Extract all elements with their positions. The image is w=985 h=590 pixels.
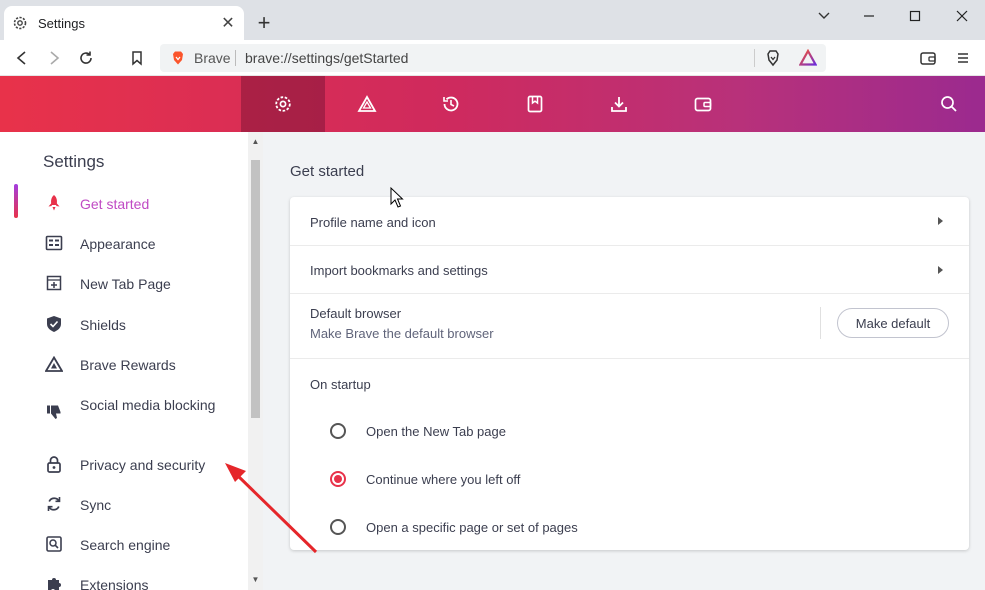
sync-icon (44, 494, 64, 514)
omnibox-divider (235, 50, 236, 66)
settings-sidebar: Settings Get started Appearance New Tab … (0, 132, 248, 590)
sidebar-item-label: Sync (80, 497, 112, 513)
lock-icon (44, 454, 64, 474)
bookmark-button[interactable] (125, 46, 149, 70)
settings-icon[interactable] (241, 76, 325, 132)
on-startup-section: On startup Open the New Tab page Continu… (290, 359, 969, 550)
new-tab-button[interactable]: + (252, 12, 276, 36)
brave-rewards-icon[interactable] (796, 46, 820, 70)
url-text[interactable]: brave://settings/getStarted (245, 50, 408, 66)
address-bar[interactable]: Brave brave://settings/getStarted (160, 44, 826, 72)
import-label: Import bookmarks and settings (310, 263, 488, 278)
reload-button[interactable] (74, 46, 98, 70)
sidebar-item-label: Appearance (80, 236, 156, 252)
scroll-down-arrow-icon[interactable]: ▼ (251, 575, 260, 585)
tab-search-chevron-icon[interactable] (801, 0, 847, 32)
new-tab-page-icon (44, 273, 64, 293)
toolbar: Brave brave://settings/getStarted (0, 40, 985, 76)
settings-header (0, 76, 985, 132)
sidebar-item-label: Social media blocking (80, 397, 216, 413)
brave-shields-icon[interactable] (761, 46, 785, 70)
chevron-right-icon (938, 217, 943, 225)
tab-strip: Settings ✕ + (0, 0, 985, 40)
shield-icon (44, 314, 64, 334)
startup-option-continue[interactable]: Continue where you left off (330, 469, 520, 489)
rewards-icon (44, 354, 64, 374)
radio-label: Continue where you left off (366, 471, 521, 487)
radio-label: Open a specific page or set of pages (366, 519, 578, 535)
search-engine-icon (44, 534, 64, 554)
thumbs-down-icon (44, 402, 64, 422)
radio-button-selected[interactable] (330, 471, 346, 487)
site-label: Brave (194, 50, 231, 66)
search-icon[interactable] (913, 76, 985, 132)
radio-label: Open the New Tab page (366, 423, 506, 439)
sidebar-scrollbar[interactable]: ▲ ▼ (248, 132, 263, 590)
sidebar-item-label: Privacy and security (80, 457, 206, 473)
settings-main: Get started Profile name and icon Import… (263, 132, 985, 590)
radio-button[interactable] (330, 519, 346, 535)
make-default-button[interactable]: Make default (837, 308, 949, 338)
profile-row[interactable]: Profile name and icon (290, 197, 969, 246)
default-browser-row: Default browser Make Brave the default b… (290, 294, 969, 359)
radio-button[interactable] (330, 423, 346, 439)
close-tab-icon[interactable]: ✕ (220, 15, 236, 32)
default-browser-label: Default browser (310, 306, 402, 321)
page-title: Get started (290, 163, 365, 180)
profile-label: Profile name and icon (310, 215, 436, 230)
sidebar-item-label: New Tab Page (80, 276, 171, 292)
scroll-thumb[interactable] (251, 160, 260, 418)
row-divider (820, 307, 821, 339)
omnibox-right-divider (754, 49, 755, 67)
sidebar-item-label: Shields (80, 317, 126, 333)
history-icon[interactable] (409, 76, 493, 132)
maximize-button[interactable] (892, 0, 938, 32)
appearance-icon (44, 233, 64, 253)
chevron-right-icon (938, 266, 943, 274)
menu-icon[interactable] (951, 46, 975, 70)
bookmarks-icon[interactable] (493, 76, 577, 132)
sidebar-item-label: Brave Rewards (80, 357, 176, 373)
brave-lion-icon (170, 50, 186, 71)
import-row[interactable]: Import bookmarks and settings (290, 246, 969, 294)
scroll-up-arrow-icon[interactable]: ▲ (251, 137, 260, 147)
default-browser-sublabel: Make Brave the default browser (310, 326, 494, 341)
on-startup-label: On startup (310, 377, 371, 392)
sidebar-title: Settings (43, 152, 105, 171)
sidebar-item-label: Search engine (80, 537, 171, 553)
tab-title: Settings (38, 15, 85, 31)
puzzle-icon (44, 574, 64, 590)
wallet-icon[interactable] (661, 76, 745, 132)
tab-settings[interactable]: Settings ✕ (4, 6, 244, 40)
forward-button[interactable] (42, 46, 66, 70)
wallet-icon[interactable] (916, 46, 940, 70)
minimize-button[interactable] (846, 0, 892, 32)
startup-option-specific-pages[interactable]: Open a specific page or set of pages (330, 517, 578, 537)
downloads-icon[interactable] (577, 76, 661, 132)
close-window-button[interactable] (939, 0, 985, 32)
gear-icon (12, 15, 28, 31)
sidebar-item-label: Extensions (80, 577, 149, 590)
sidebar-item-label: Get started (80, 196, 150, 212)
get-started-card: Profile name and icon Import bookmarks a… (290, 197, 969, 550)
rocket-icon (44, 193, 64, 213)
rewards-icon[interactable] (325, 76, 409, 132)
active-indicator (14, 184, 18, 218)
startup-option-new-tab[interactable]: Open the New Tab page (330, 421, 506, 441)
back-button[interactable] (10, 46, 34, 70)
browser-window: Settings ✕ + Brave brave://settings/getS… (0, 0, 985, 590)
